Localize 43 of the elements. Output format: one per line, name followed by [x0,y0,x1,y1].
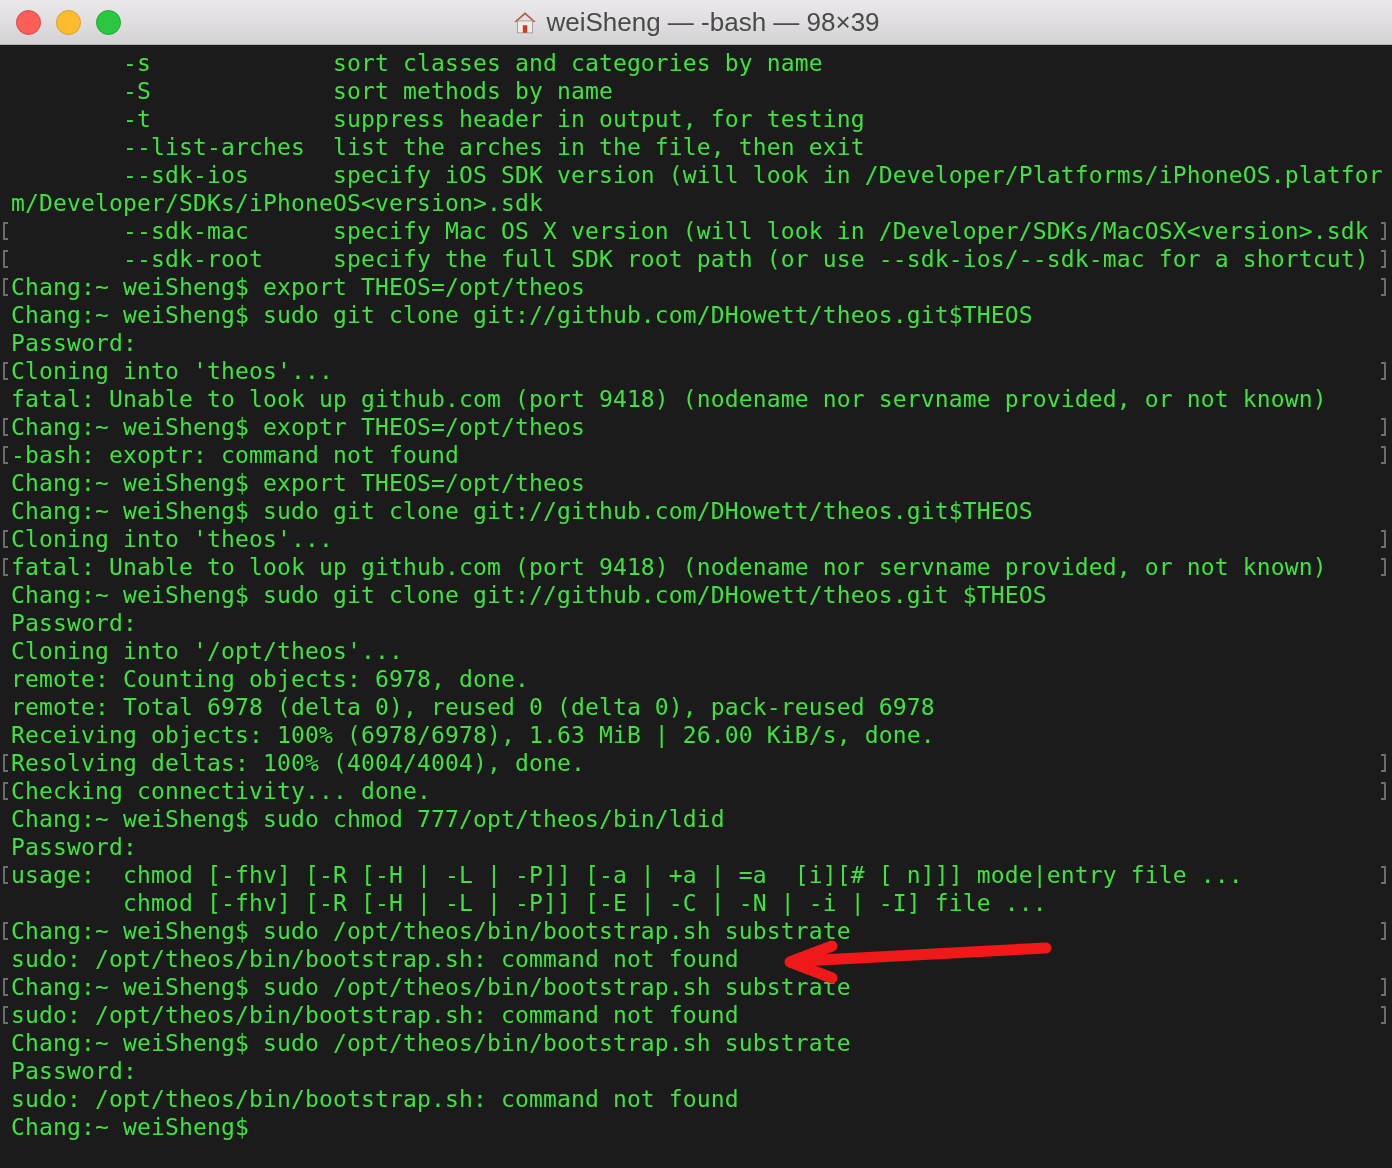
terminal-line: Receiving objects: 100% (6978/6978), 1.63 MiB | 26.00 KiB/s, done. [11,722,935,748]
zoom-button[interactable] [96,9,121,35]
terminal-line: -s sort classes and categories by name [121,50,823,76]
terminal-line: Chang:~ weiSheng$ sudo /opt/theos/bin/bootstrap.sh substrate [11,974,851,1000]
terminal-line: Password: [11,330,137,356]
terminal-line: Chang:~ weiSheng$ sudo /opt/theos/bin/bootstrap.sh substrate [11,1030,851,1056]
terminal-line: --sdk-root specify the full SDK root path (or use --sdk-ios/--sdk-mac for a shortcut) [121,246,1369,272]
window-title: weiSheng — -bash — 98×39 [546,6,880,38]
terminal-line: -S sort methods by name [121,78,613,104]
terminal-line: Cloning into 'theos'... [11,358,333,384]
terminal-line: --list-arches list the arches in the file, then exit [121,134,865,160]
terminal-line: Cloning into 'theos'... [11,526,333,552]
terminal-line: Chang:~ weiSheng$ export THEOS=/opt/theos [11,274,585,300]
terminal-line: fatal: Unable to look up github.com (port 9418) (nodename nor servname provided, or not known) [11,386,1327,412]
terminal-line: remote: Counting objects: 6978, done. [11,666,529,692]
terminal-line: Chang:~ weiSheng$ sudo git clone git://github.com/DHowett/theos.git$THEOS [11,302,1033,328]
terminal-line: remote: Total 6978 (delta 0), reused 0 (delta 0), pack-reused 6978 [11,694,935,720]
terminal-line: -t suppress header in output, for testing [121,106,865,132]
terminal-line: sudo: /opt/theos/bin/bootstrap.sh: command not found [11,1086,739,1112]
terminal-line: --sdk-ios specify iOS SDK version (will look in /Developer/Platforms/iPhoneOS.platfor [121,162,1383,188]
terminal-line: -bash: exoptr: command not found [11,442,459,468]
terminal-line: Cloning into '/opt/theos'... [11,638,403,664]
terminal-line: Chang:~ weiSheng$ sudo chmod 777/opt/theos/bin/ldid [11,806,725,832]
terminal-line: Chang:~ weiSheng$ exoptr THEOS=/opt/theos [11,414,585,440]
terminal-line: usage: chmod [-fhv] [-R [-H | -L | -P]] [-a | +a | =a [i][# [ n]]] mode|entry file ... [11,862,1243,888]
terminal-line: sudo: /opt/theos/bin/bootstrap.sh: command not found [11,946,739,972]
terminal-line: Chang:~ weiSheng$ [11,1114,249,1140]
terminal-line: Chang:~ weiSheng$ export THEOS=/opt/theos [11,470,585,496]
terminal-line: Resolving deltas: 100% (4004/4004), done. [11,750,585,776]
terminal-line: --sdk-mac specify Mac OS X version (will look in /Developer/SDKs/MacOSX<version>.sdk [121,218,1369,244]
close-button[interactable] [16,9,41,35]
minimize-button[interactable] [56,9,81,35]
terminal-line: Chang:~ weiSheng$ sudo git clone git://github.com/DHowett/theos.git$THEOS [11,498,1033,524]
terminal-line: Password: [11,610,137,636]
terminal-line: Chang:~ weiSheng$ sudo git clone git://github.com/DHowett/theos.git $THEOS [11,582,1047,608]
terminal-line: Checking connectivity... done. [11,778,431,804]
terminal-line: Password: [11,1058,137,1084]
terminal-line: chmod [-fhv] [-R [-H | -L | -P]] [-E | -C | -N | -i | -I] file ... [121,890,1047,916]
terminal-line: Password: [11,834,137,860]
terminal-line: Chang:~ weiSheng$ sudo /opt/theos/bin/bootstrap.sh substrate [11,918,851,944]
terminal-line: fatal: Unable to look up github.com (port 9418) (nodename nor servname provided, or not known) [11,554,1327,580]
terminal-line: sudo: /opt/theos/bin/bootstrap.sh: command not found [11,1002,739,1028]
terminal-line: m/Developer/SDKs/iPhoneOS<version>.sdk [11,190,543,216]
